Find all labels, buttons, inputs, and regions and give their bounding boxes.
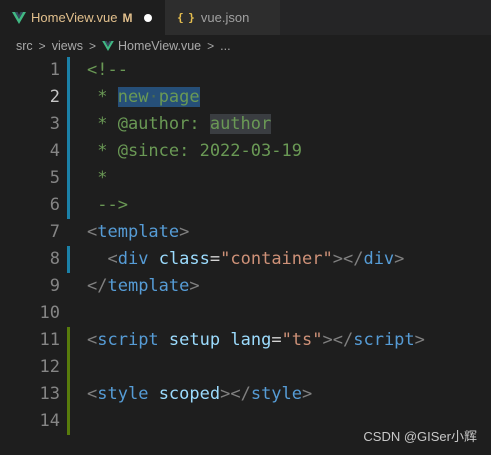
- tag-name: style: [97, 384, 149, 404]
- attribute-value: "container": [220, 249, 333, 269]
- code-text: * @since: 2022-03-19: [87, 141, 302, 161]
- code-line: 8 <div class="container"></div>: [0, 246, 491, 273]
- code-text: * @author: author: [87, 111, 272, 138]
- attribute-name: lang: [230, 330, 272, 350]
- code-line: 12: [0, 354, 491, 381]
- vue-icon: [102, 41, 114, 51]
- line-number: 9: [49, 276, 60, 296]
- line-number: 12: [39, 357, 60, 377]
- code-line: 1 <!--: [0, 57, 491, 84]
- code-line: 6 -->: [0, 192, 491, 219]
- watermark: CSDN @GISer小辉: [363, 429, 477, 444]
- tag-name: template: [107, 276, 190, 296]
- breadcrumb-separator: >: [38, 39, 46, 53]
- line-number: 7: [49, 222, 60, 242]
- line-number: 11: [39, 330, 60, 350]
- tab-vue-json[interactable]: { } vue.json: [165, 0, 280, 35]
- code-text: *: [87, 168, 108, 188]
- tab-bar: HomeView.vue M { } vue.json: [0, 0, 491, 35]
- tag-name: div: [363, 249, 395, 269]
- code-text: <script setup lang="ts"></script>: [87, 327, 425, 354]
- code-line: 10: [0, 300, 491, 327]
- selected-text[interactable]: new·page: [117, 87, 200, 107]
- tag-name: script: [97, 330, 159, 350]
- equals-sign: =: [209, 249, 221, 269]
- line-number: 6: [49, 195, 60, 215]
- code-line: 11 <script setup lang="ts"></script>: [0, 327, 491, 354]
- tag-bracket: ></: [322, 330, 354, 350]
- attribute-name: class: [158, 249, 210, 269]
- selected-word: new: [117, 87, 149, 107]
- code-line: 7 <template>: [0, 219, 491, 246]
- tag-bracket: >: [302, 384, 313, 404]
- tab-label: HomeView.vue: [31, 10, 118, 25]
- code-text: * new·page: [87, 84, 200, 111]
- code-line: 9 </template>: [0, 273, 491, 300]
- highlighted-occurrence: author: [209, 114, 272, 134]
- code-text: <style scoped></style>: [87, 381, 312, 408]
- tag-bracket: ></: [220, 384, 251, 404]
- unsaved-dot-icon[interactable]: [144, 13, 153, 22]
- code-text: -->: [87, 195, 128, 215]
- line-number: 14: [39, 411, 60, 431]
- tag-name: div: [117, 249, 149, 269]
- breadcrumb-symbols[interactable]: ...: [220, 39, 230, 53]
- breadcrumb-src[interactable]: src: [16, 39, 33, 53]
- breadcrumb-separator: >: [88, 39, 96, 53]
- line-number: 10: [39, 303, 60, 323]
- modified-badge: M: [122, 10, 133, 25]
- breadcrumb: src > views > HomeView.vue > ...: [0, 35, 491, 57]
- tag-bracket: ></: [332, 249, 364, 269]
- tag-bracket: <: [87, 330, 98, 350]
- code-line: 5 *: [0, 165, 491, 192]
- code-text: <template>: [87, 219, 189, 246]
- line-number: 13: [39, 384, 60, 404]
- tag-bracket: >: [394, 249, 405, 269]
- json-braces-icon: { }: [177, 11, 195, 24]
- line-number: 3: [49, 114, 60, 134]
- line-number: 1: [49, 60, 60, 80]
- breadcrumb-views[interactable]: views: [52, 39, 83, 53]
- attribute-name: setup: [168, 330, 221, 350]
- line-number: 5: [49, 168, 60, 188]
- tag-name: style: [250, 384, 303, 404]
- tag-bracket: <: [107, 249, 118, 269]
- comment-prefix: *: [87, 87, 118, 107]
- tag-bracket: <: [87, 384, 98, 404]
- code-line: 13 <style scoped></style>: [0, 381, 491, 408]
- code-text: <!--: [87, 60, 128, 80]
- comment-prefix: * @author:: [87, 114, 210, 134]
- tag-bracket: >: [414, 330, 425, 350]
- code-editor[interactable]: 1 <!-- 2 * new·page 3 * @author: author …: [0, 57, 491, 455]
- attribute-name: scoped: [158, 384, 221, 404]
- tag-bracket: <: [87, 222, 98, 242]
- tag-bracket: >: [179, 222, 190, 242]
- code-line: 3 * @author: author: [0, 111, 491, 138]
- code-line: 2 * new·page: [0, 84, 491, 111]
- whitespace-marker: ·: [148, 87, 159, 107]
- tag-bracket: </: [87, 276, 108, 296]
- tag-bracket: >: [189, 276, 200, 296]
- tab-homeview-vue[interactable]: HomeView.vue M: [0, 0, 165, 35]
- breadcrumb-separator: >: [207, 39, 215, 53]
- code-line: 4 * @since: 2022-03-19: [0, 138, 491, 165]
- code-text: <div class="container"></div>: [87, 246, 404, 273]
- attribute-value: "ts": [281, 330, 323, 350]
- line-number: 2: [49, 87, 60, 107]
- equals-sign: =: [271, 330, 282, 350]
- line-number: 8: [49, 249, 60, 269]
- tag-name: template: [97, 222, 180, 242]
- selected-word: page: [158, 87, 200, 107]
- line-number: 4: [49, 141, 60, 161]
- breadcrumb-homeview[interactable]: HomeView.vue: [118, 39, 201, 53]
- vue-icon: [12, 11, 26, 24]
- code-text: </template>: [87, 273, 200, 300]
- tag-name: script: [353, 330, 415, 350]
- tab-label: vue.json: [200, 10, 250, 25]
